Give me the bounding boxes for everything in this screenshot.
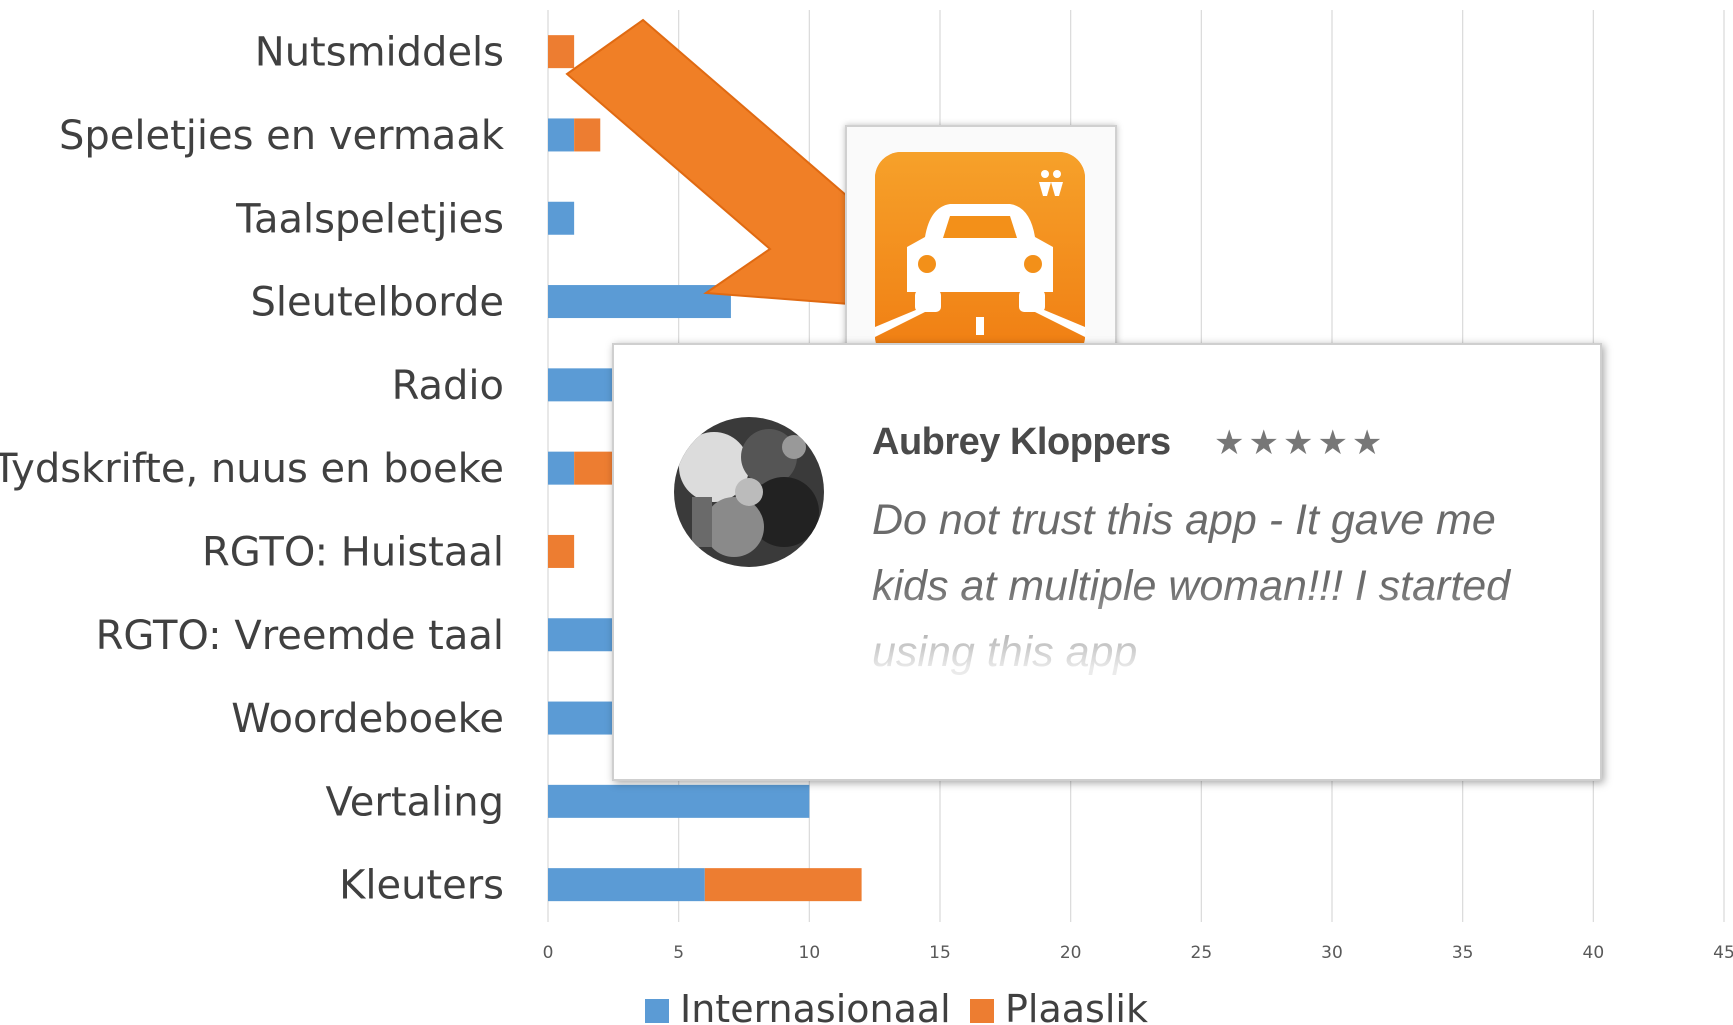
category-label: Tydskrifte, nuus en boeke [0, 446, 504, 492]
legend-swatch [970, 999, 994, 1023]
x-tick-labels: 0 5 10 15 20 25 30 35 40 45 [543, 943, 1733, 963]
app-icon-frame [845, 125, 1117, 377]
star-rating: ★★★★★ [1214, 423, 1387, 463]
bar-internasionaal [548, 784, 810, 818]
bar-internasionaal [548, 118, 575, 152]
bar-plaaslik [548, 534, 575, 568]
legend: Internasionaal Plaaslik [645, 987, 1148, 1025]
bar-plaaslik [548, 35, 575, 69]
bar-plaaslik [704, 868, 862, 902]
category-label: Sleutelborde [251, 280, 504, 326]
category-label: RGTO: Vreemde taal [96, 613, 504, 659]
x-tick-label: 10 [799, 943, 821, 963]
x-tick-label: 25 [1191, 943, 1213, 963]
bar-plaaslik [574, 118, 601, 152]
x-tick-label: 45 [1713, 943, 1733, 963]
x-tick-label: 40 [1583, 943, 1605, 963]
review-author: Aubrey Kloppers [872, 421, 1171, 463]
bar-internasionaal [548, 285, 731, 319]
x-tick-label: 20 [1060, 943, 1082, 963]
bar-internasionaal [548, 868, 705, 902]
category-label: Radio [392, 363, 504, 409]
avatar [674, 417, 824, 567]
category-label: Woordeboeke [231, 696, 504, 742]
legend-swatch [645, 999, 669, 1023]
x-tick-label: 15 [929, 943, 951, 963]
category-label: RGTO: Huistaal [202, 529, 504, 575]
category-label: Taalspeletjies [235, 196, 504, 242]
x-tick-label: 5 [673, 943, 684, 963]
category-label: Speletjies en vermaak [59, 113, 505, 159]
x-tick-label: 35 [1452, 943, 1474, 963]
x-tick-label: 30 [1321, 943, 1343, 963]
car-app-icon [875, 152, 1085, 362]
category-label: Kleuters [339, 863, 504, 909]
category-label: Nutsmiddels [255, 30, 504, 76]
bar-internasionaal [548, 451, 575, 485]
review-card: Aubrey Kloppers ★★★★★ Do not trust this … [612, 343, 1602, 781]
review-text-fade [864, 585, 1584, 735]
legend-label: Internasionaal [680, 987, 951, 1025]
category-label: Vertaling [326, 779, 504, 825]
arrow-icon [565, 18, 867, 307]
x-tick-label: 0 [543, 943, 554, 963]
category-labels: Nutsmiddels Speletjies en vermaak Taalspel… [0, 30, 505, 909]
bar-internasionaal [548, 201, 575, 235]
legend-label: Plaaslik [1005, 987, 1148, 1025]
